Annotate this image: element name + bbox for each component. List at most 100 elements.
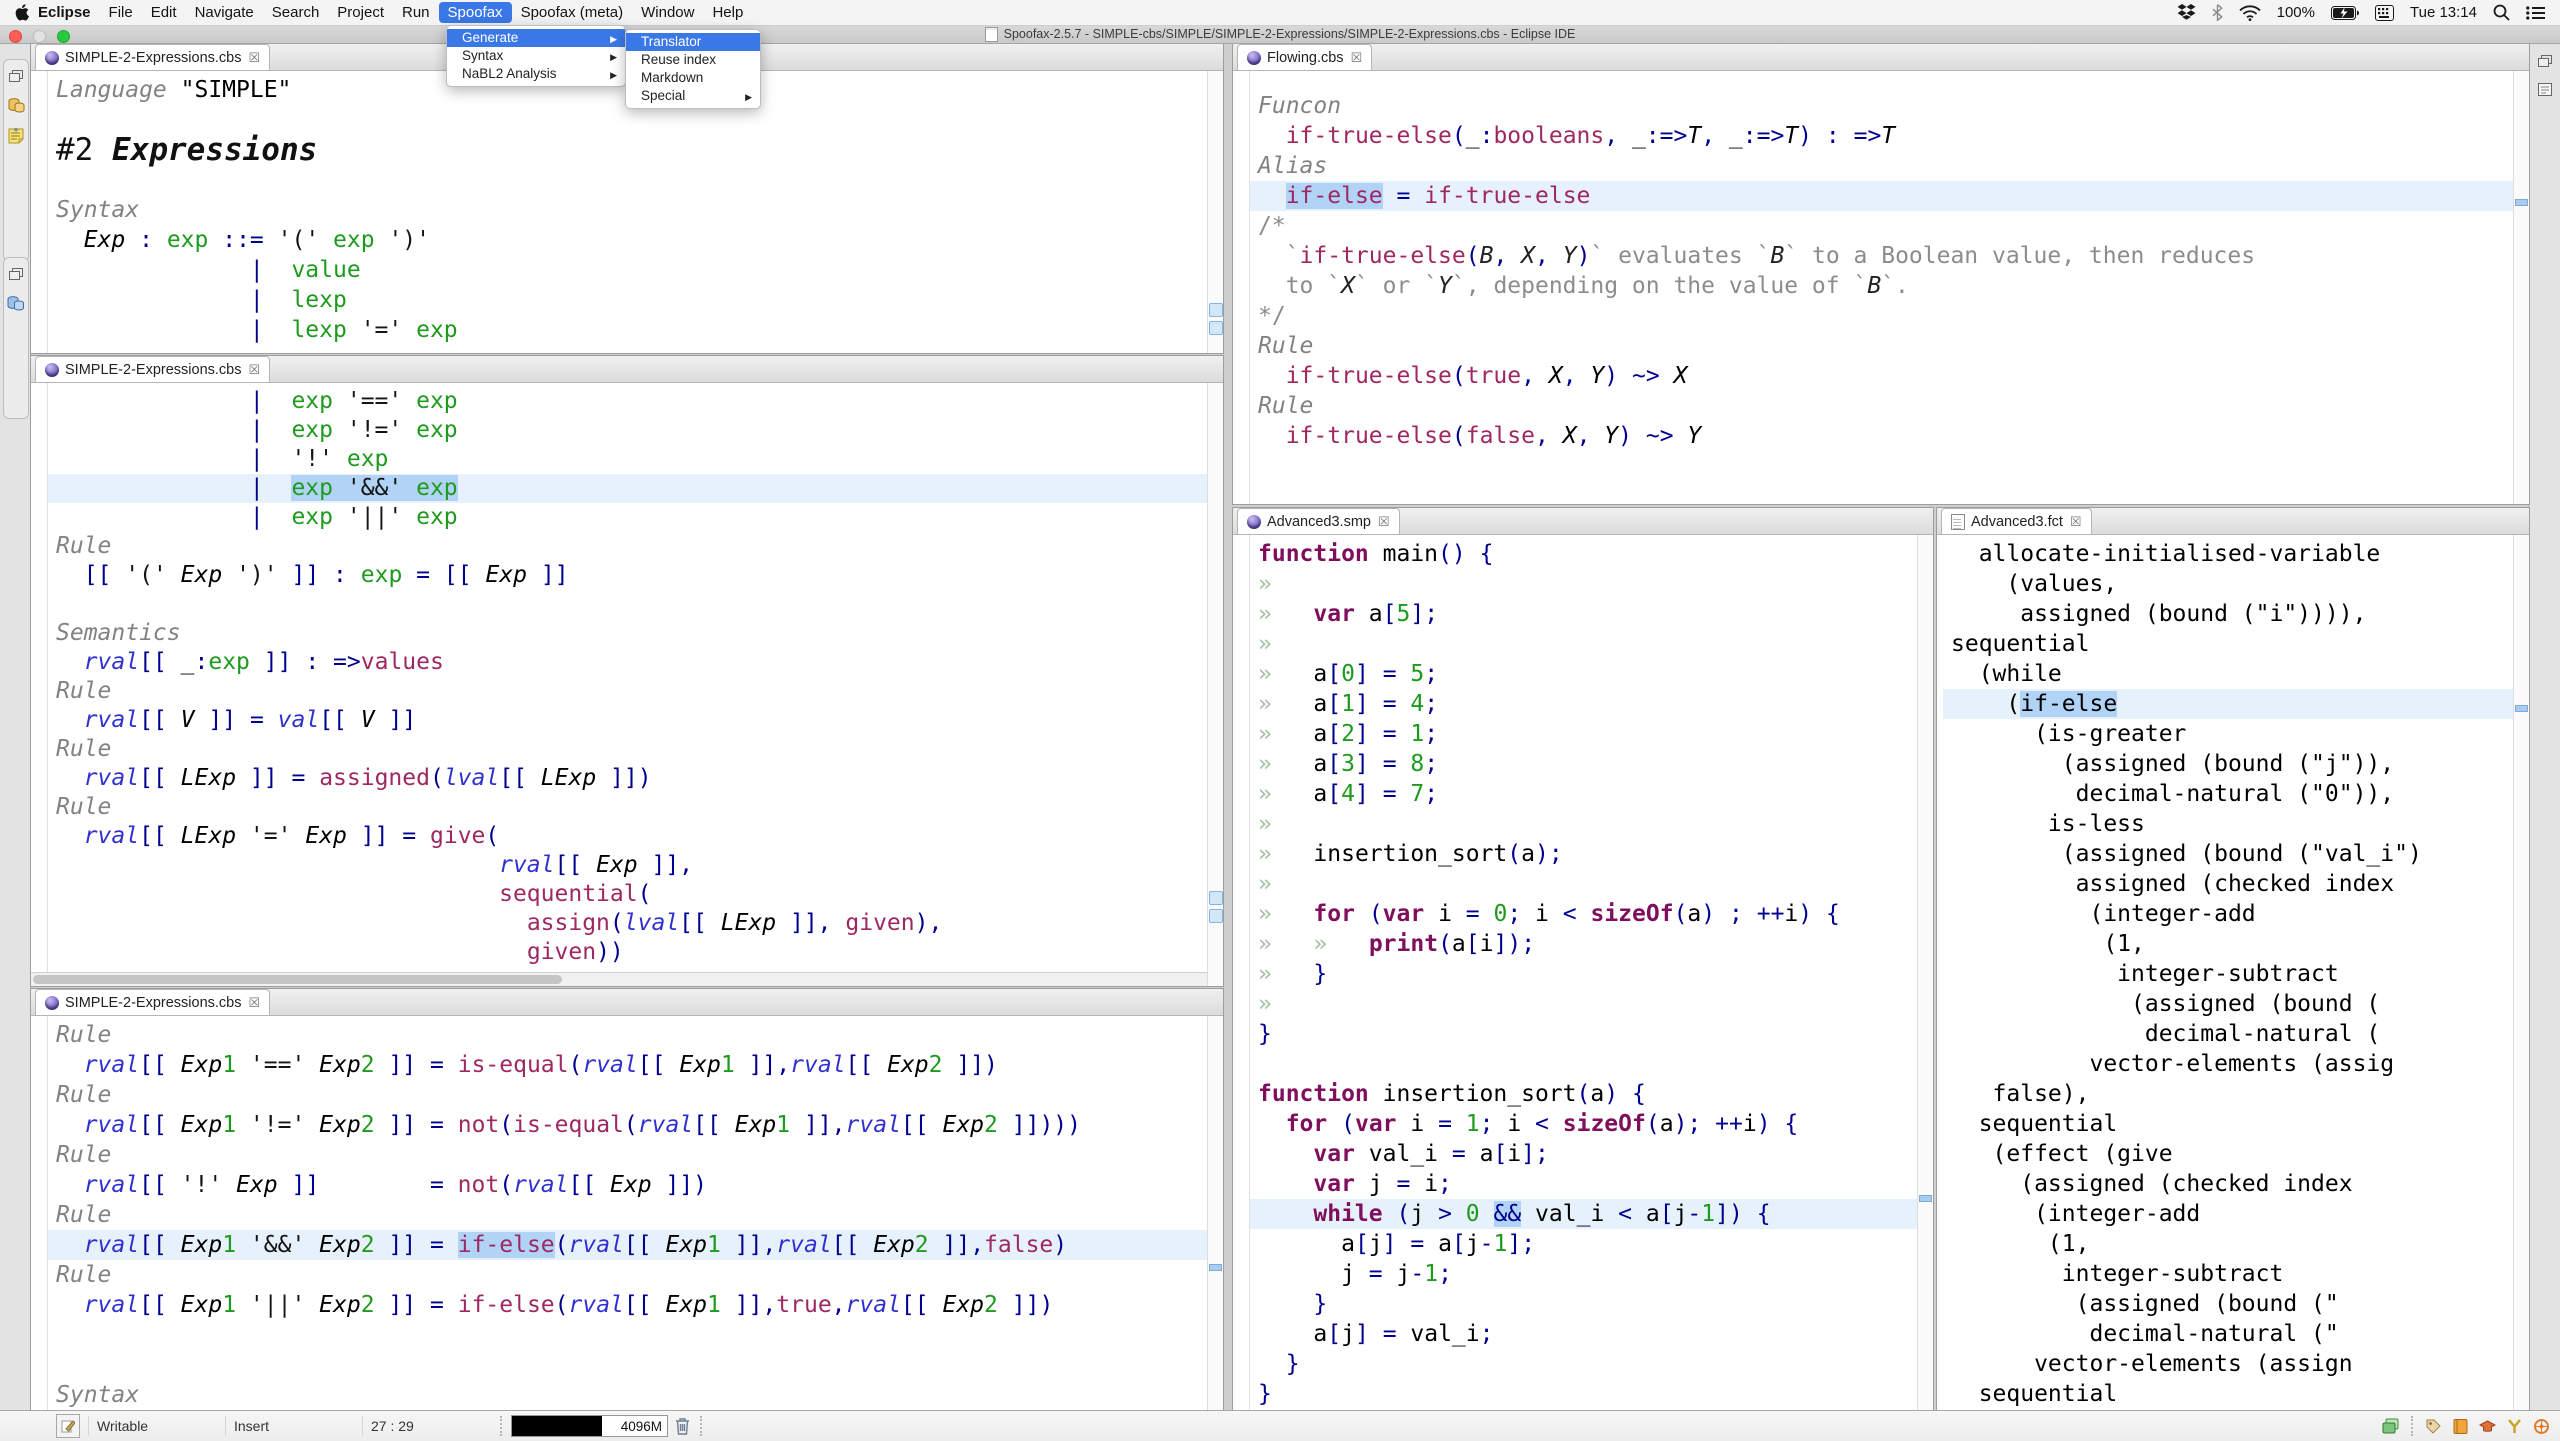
notification-list-icon[interactable]: [2526, 6, 2546, 20]
code-line[interactable]: false),: [1951, 1079, 2513, 1109]
code-line[interactable]: decimal-natural ("0")),: [1951, 779, 2513, 809]
close-tab-icon[interactable]: [241, 50, 260, 66]
horizontal-scrollbar[interactable]: [31, 972, 1207, 986]
occurrence-marker[interactable]: [1209, 321, 1223, 335]
code-area[interactable]: function main() {»» var a[5];»» a[0] = 5…: [1250, 535, 1917, 1411]
code-line[interactable]: to `X` or `Y`, depending on the value of…: [1258, 271, 2513, 301]
occurrence-marker[interactable]: [1919, 1195, 1932, 1202]
restore-view-icon[interactable]: [9, 268, 23, 281]
heap-status[interactable]: 4096M: [511, 1415, 668, 1437]
editor-simple2-middle[interactable]: SIMPLE-2-Expressions.cbs | exp '==' exp …: [30, 355, 1224, 987]
clock[interactable]: Tue 13:14: [2410, 4, 2477, 21]
tab-advanced3-smp[interactable]: Advanced3.smp: [1237, 508, 1400, 534]
code-line[interactable]: » » print(a[i]);: [1258, 929, 1917, 959]
code-line[interactable]: Exp : exp ::= '(' exp ')': [56, 225, 1207, 255]
code-line[interactable]: rval[[ Exp1 '||' Exp2 ]] = if-else(rval[…: [56, 1290, 1207, 1320]
menu-item-syntax[interactable]: Syntax: [447, 47, 625, 65]
code-line[interactable]: Rule: [56, 1200, 1207, 1230]
code-line[interactable]: rval[[ Exp ]],: [56, 851, 1207, 880]
code-line[interactable]: | lexp: [56, 285, 1207, 315]
menu-file[interactable]: File: [100, 2, 142, 23]
code-line[interactable]: sequential: [1951, 1379, 2513, 1409]
close-window-button[interactable]: [9, 30, 22, 43]
green-layers-icon[interactable]: [2382, 1418, 2399, 1435]
code-line[interactable]: Rule: [56, 735, 1207, 764]
close-tab-icon[interactable]: [241, 995, 260, 1011]
code-line[interactable]: (assigned (bound (": [1951, 1289, 2513, 1319]
code-line[interactable]: » a[3] = 8;: [1258, 749, 1917, 779]
code-line[interactable]: Rule: [56, 532, 1207, 561]
code-line[interactable]: rval[[ Exp1 '&&' Exp2 ]] = if-else(rval[…: [48, 1230, 1207, 1260]
minimize-window-button[interactable]: [33, 30, 46, 43]
task-list-icon[interactable]: [8, 128, 24, 144]
code-line[interactable]: /*: [1258, 211, 2513, 241]
menu-search[interactable]: Search: [263, 2, 329, 23]
code-line[interactable]: if-else = if-true-else: [1250, 181, 2513, 211]
code-line[interactable]: » }: [1258, 959, 1917, 989]
orange-wheel-icon[interactable]: [2533, 1418, 2550, 1435]
code-line[interactable]: Semantics: [56, 619, 1207, 648]
code-line[interactable]: Syntax: [56, 1380, 1207, 1410]
code-line[interactable]: var j = i;: [1258, 1169, 1917, 1199]
code-line[interactable]: rval[[ _:exp ]] : =>values: [56, 648, 1207, 677]
overview-ruler[interactable]: [2513, 535, 2529, 1411]
code-line[interactable]: (integer-add: [1951, 899, 2513, 929]
menu-eclipse[interactable]: Eclipse: [29, 2, 100, 23]
menu-item-translator[interactable]: Translator: [626, 33, 760, 51]
code-line[interactable]: a[j] = val_i;: [1258, 1319, 1917, 1349]
code-line[interactable]: rval[[ '!' Exp ]] = not(rval[[ Exp ]]): [56, 1170, 1207, 1200]
code-line[interactable]: sequential(: [56, 880, 1207, 909]
synchronize-icon[interactable]: [7, 295, 25, 312]
smart-insert-icon[interactable]: [56, 1414, 80, 1438]
code-line[interactable]: function insertion_sort(a) {: [1258, 1079, 1917, 1109]
code-line[interactable]: }: [1258, 1019, 1917, 1049]
code-line[interactable]: (1,: [1951, 1229, 2513, 1259]
menu-item-special[interactable]: Special: [626, 87, 760, 105]
code-line[interactable]: »: [1258, 989, 1917, 1019]
code-line[interactable]: given)): [56, 938, 1207, 967]
code-line[interactable]: Alias: [1258, 151, 2513, 181]
tab-flowing[interactable]: Flowing.cbs: [1237, 44, 1372, 70]
code-line[interactable]: Rule: [56, 1080, 1207, 1110]
code-line[interactable]: function main() {: [1258, 539, 1917, 569]
close-tab-icon[interactable]: [241, 362, 260, 378]
tab-simple-2-expressions[interactable]: SIMPLE-2-Expressions.cbs: [35, 356, 270, 382]
tab-simple-2-expressions[interactable]: SIMPLE-2-Expressions.cbs: [35, 44, 270, 70]
code-line[interactable]: »: [1258, 809, 1917, 839]
code-area[interactable]: | exp '==' exp | exp '!=' exp | '!' exp …: [48, 383, 1207, 986]
code-line[interactable]: (1,: [1951, 929, 2513, 959]
occurrence-marker[interactable]: [1209, 891, 1223, 905]
tab-advanced3-fct[interactable]: Advanced3.fct: [1941, 508, 2092, 534]
code-line[interactable]: rval[[ Exp1 '!=' Exp2 ]] = not(is-equal(…: [56, 1110, 1207, 1140]
code-line[interactable]: »: [1258, 569, 1917, 599]
code-line[interactable]: | exp '||' exp: [56, 503, 1207, 532]
code-line[interactable]: » insertion_sort(a);: [1258, 839, 1917, 869]
overview-ruler[interactable]: [2513, 71, 2529, 504]
package-explorer-icon[interactable]: [8, 97, 25, 114]
code-line[interactable]: sequential: [1951, 1109, 2513, 1139]
code-line[interactable]: Rule: [56, 1140, 1207, 1170]
code-line[interactable]: (is-greater: [1951, 719, 2513, 749]
menu-spoofax[interactable]: Spoofax: [439, 2, 512, 23]
occurrence-marker[interactable]: [1209, 909, 1223, 923]
code-line[interactable]: a[j] = a[j-1];: [1258, 1229, 1917, 1259]
scrollbar-thumb[interactable]: [33, 975, 562, 984]
code-area[interactable]: Rule rval[[ Exp1 '==' Exp2 ]] = is-equal…: [48, 1016, 1207, 1411]
menu-spoofax-meta[interactable]: Spoofax (meta): [512, 2, 633, 23]
code-line[interactable]: Rule: [1258, 331, 2513, 361]
code-line[interactable]: Syntax: [56, 195, 1207, 225]
menu-edit[interactable]: Edit: [142, 2, 186, 23]
code-line[interactable]: » a[4] = 7;: [1258, 779, 1917, 809]
orange-book-icon[interactable]: [2452, 1418, 2469, 1435]
yellow-fork-icon[interactable]: [2506, 1418, 2523, 1435]
code-line[interactable]: while (j > 0 && val_i < a[j-1]) {: [1250, 1199, 1917, 1229]
code-area[interactable]: allocate-initialised-variable (values, a…: [1937, 535, 2513, 1411]
code-line[interactable]: (assigned (bound ("j")),: [1951, 749, 2513, 779]
code-line[interactable]: }: [1258, 1289, 1917, 1319]
code-line[interactable]: [1258, 1049, 1917, 1079]
close-tab-icon[interactable]: [1344, 50, 1363, 66]
code-line[interactable]: assigned (checked index: [1951, 869, 2513, 899]
code-line[interactable]: }: [1258, 1349, 1917, 1379]
code-line[interactable]: is-less: [1951, 809, 2513, 839]
menu-project[interactable]: Project: [328, 2, 393, 23]
